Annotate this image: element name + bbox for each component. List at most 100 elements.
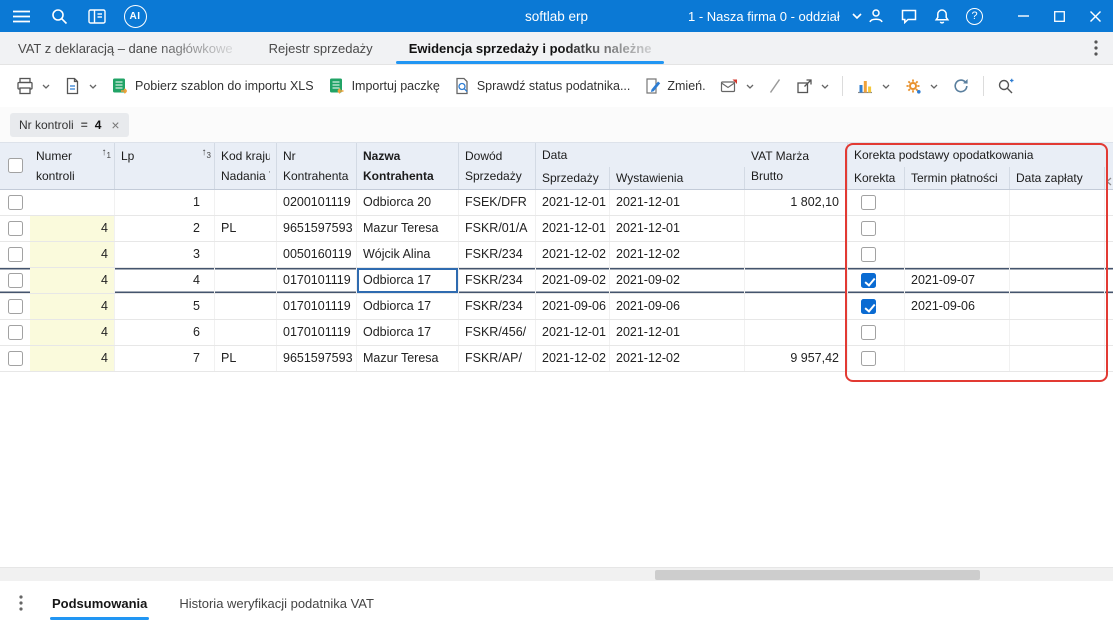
row-select-checkbox[interactable] [7,325,23,340]
col-header-data-zaplaty[interactable]: Data zapłaty [1010,167,1105,189]
horizontal-scrollbar[interactable] [0,567,1113,581]
cell-numer-kontroli[interactable] [30,190,115,215]
bell-icon[interactable] [925,0,958,32]
column-scroll-left-icon[interactable] [1104,172,1113,190]
cell-kod-kraju[interactable] [215,294,277,319]
korekta-checkbox[interactable] [861,195,876,210]
cell-dowod-sprzedazy[interactable]: FSEK/DFR [459,190,536,215]
col-group-data[interactable]: Data Sprzedaży Wystawienia [536,143,745,189]
col-header-data-wystawienia[interactable]: Wystawienia [610,167,745,189]
cell-data-wystawienia[interactable]: 2021-12-01 [610,320,745,345]
cell-kod-kraju[interactable] [215,320,277,345]
cell-vat-marza-brutto[interactable] [745,216,848,241]
cell-termin-platnosci[interactable]: 2021-09-06 [905,294,1010,319]
col-header-korekta[interactable]: Korekta [848,167,905,189]
export-button[interactable] [57,71,104,101]
cell-data-zaplaty[interactable] [1010,346,1105,371]
cell-data-sprzedazy[interactable]: 2021-09-06 [536,294,610,319]
cell-numer-kontroli[interactable]: 4 [30,268,115,293]
export-window-button[interactable] [789,71,836,101]
row-select-checkbox[interactable] [7,273,23,288]
cell-data-wystawienia[interactable]: 2021-12-02 [610,242,745,267]
change-button[interactable]: Zmień. [637,71,712,101]
col-header-lp[interactable]: Lp ↑3 [115,143,215,189]
row-select-checkbox[interactable] [7,247,23,262]
cell-numer-kontroli[interactable]: 4 [30,216,115,241]
ai-assistant-button[interactable]: AI [116,0,154,32]
cell-lp[interactable]: 2 [115,216,215,241]
korekta-checkbox[interactable] [861,325,876,340]
korekta-checkbox[interactable] [861,221,876,236]
cell-termin-platnosci[interactable] [905,190,1010,215]
cell-kod-kraju[interactable]: PL [215,346,277,371]
cell-termin-platnosci[interactable]: 2021-09-07 [905,268,1010,293]
tab-overflow-kebab-icon[interactable] [1079,32,1113,64]
cell-data-wystawienia[interactable]: 2021-09-02 [610,268,745,293]
cell-vat-marza-brutto[interactable]: 1 802,10 [745,190,848,215]
col-header-nr-kontrahenta[interactable]: Nr Kontrahenta [277,143,357,189]
print-button[interactable] [9,71,57,101]
table-row[interactable]: 4 6 0170101119 Odbiorca 17 FSKR/456/ 202… [0,320,1113,346]
cell-lp[interactable]: 6 [115,320,215,345]
cell-kod-kraju[interactable] [215,268,277,293]
cell-vat-marza-brutto[interactable]: 9 957,42 [745,346,848,371]
cell-data-zaplaty[interactable] [1010,294,1105,319]
tab-rejestr-sprzedazy[interactable]: Rejestr sprzedaży [251,32,391,64]
refresh-button[interactable] [945,71,977,101]
row-select-checkbox[interactable] [7,195,23,210]
cell-nr-kontrahenta[interactable]: 0200101119 [277,190,357,215]
send-button[interactable] [713,71,761,101]
cell-data-zaplaty[interactable] [1010,268,1105,293]
zoom-search-button[interactable] [990,71,1021,101]
remove-filter-icon[interactable]: × [108,118,119,132]
download-xls-template-button[interactable]: Pobierz szablon do importu XLS [104,71,321,101]
col-header-dowod-sprzedazy[interactable]: Dowód Sprzedaży [459,143,536,189]
cell-data-zaplaty[interactable] [1010,216,1105,241]
cell-nr-kontrahenta[interactable]: 9651597593 [277,346,357,371]
table-row[interactable]: 4 4 0170101119 Odbiorca 17 FSKR/234 2021… [0,268,1113,294]
cell-dowod-sprzedazy[interactable]: FSKR/AP/ [459,346,536,371]
search-icon[interactable] [40,0,78,32]
table-row[interactable]: 4 5 0170101119 Odbiorca 17 FSKR/234 2021… [0,294,1113,320]
cell-data-wystawienia[interactable]: 2021-09-06 [610,294,745,319]
cell-data-sprzedazy[interactable]: 2021-12-02 [536,242,610,267]
cell-data-sprzedazy[interactable]: 2021-09-02 [536,268,610,293]
cell-data-wystawienia[interactable]: 2021-12-02 [610,346,745,371]
table-row[interactable]: 1 0200101119 Odbiorca 20 FSEK/DFR 2021-1… [0,190,1113,216]
user-icon[interactable] [859,0,892,32]
cell-vat-marza-brutto[interactable] [745,294,848,319]
table-row[interactable]: 4 3 0050160119 Wójcik Alina FSKR/234 202… [0,242,1113,268]
cell-numer-kontroli[interactable]: 4 [30,242,115,267]
col-header-nazwa-kontrahenta[interactable]: Nazwa Kontrahenta [357,143,459,189]
cell-nazwa-kontrahenta[interactable]: Odbiorca 17 [357,320,459,345]
cell-nazwa-kontrahenta[interactable]: Odbiorca 20 [357,190,459,215]
cell-vat-marza-brutto[interactable] [745,242,848,267]
cell-data-zaplaty[interactable] [1010,320,1105,345]
cell-nazwa-kontrahenta[interactable]: Mazur Teresa [357,216,459,241]
cell-vat-marza-brutto[interactable] [745,268,848,293]
col-header-data-sprzedazy[interactable]: Sprzedaży [536,167,610,189]
help-icon[interactable]: ? [958,0,991,32]
cell-numer-kontroli[interactable]: 4 [30,320,115,345]
korekta-checkbox[interactable] [861,351,876,366]
cell-data-zaplaty[interactable] [1010,242,1105,267]
cell-termin-platnosci[interactable] [905,242,1010,267]
cell-lp[interactable]: 4 [115,268,215,293]
cell-kod-kraju[interactable] [215,190,277,215]
tab-ewidencja-sprzedazy[interactable]: Ewidencja sprzedaży i podatku należne [391,32,670,64]
cell-termin-platnosci[interactable] [905,320,1010,345]
filter-chip[interactable]: Nr kontroli = 4 × [10,112,129,137]
col-header-numer-kontroli[interactable]: Numer kontroli ↑1 [30,143,115,189]
cell-nazwa-kontrahenta[interactable]: Mazur Teresa [357,346,459,371]
settings-button[interactable] [897,71,945,101]
cell-numer-kontroli[interactable]: 4 [30,346,115,371]
row-select-checkbox[interactable] [7,351,23,366]
cell-lp[interactable]: 5 [115,294,215,319]
cell-dowod-sprzedazy[interactable]: FSKR/234 [459,268,536,293]
col-header-vat-marza-brutto[interactable]: VAT Marża Brutto [745,143,848,189]
korekta-checkbox[interactable] [861,299,876,314]
bottom-tab-podsumowania[interactable]: Podsumowania [36,581,163,625]
cell-termin-platnosci[interactable] [905,346,1010,371]
cell-dowod-sprzedazy[interactable]: FSKR/456/ [459,320,536,345]
cell-dowod-sprzedazy[interactable]: FSKR/01/A [459,216,536,241]
